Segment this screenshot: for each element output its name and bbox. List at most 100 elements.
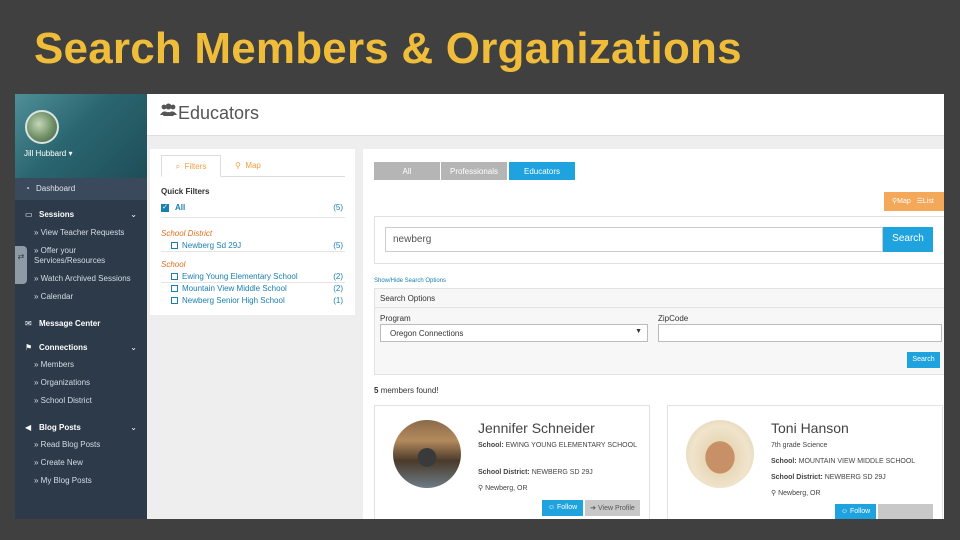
search-icon: ⌕ bbox=[175, 162, 181, 171]
sidebar-item-school-district[interactable]: » School District bbox=[15, 396, 147, 406]
sidebar-item-label: Offer your Services/Resources bbox=[34, 246, 106, 265]
filter-label: Newberg Sd 29J bbox=[182, 241, 242, 250]
program-select[interactable]: Oregon Connections ▼ bbox=[380, 324, 648, 342]
results-count: 5 members found! bbox=[374, 386, 439, 395]
checkbox[interactable] bbox=[171, 285, 178, 292]
sidebar-item-my-blog-posts[interactable]: » My Blog Posts bbox=[15, 476, 147, 486]
sidebar-item-create-new[interactable]: » Create New bbox=[15, 458, 147, 468]
filter-label: Newberg Senior High School bbox=[182, 296, 285, 305]
user-name: Jill Hubbard bbox=[24, 149, 67, 158]
results-panel: All Professionals Educators ⚲Map ☰List S… bbox=[363, 149, 944, 519]
laptop-icon: ▭ bbox=[25, 210, 33, 219]
chevron-down-icon: ⌄ bbox=[130, 210, 137, 219]
member-school: School: MOUNTAIN VIEW MIDDLE SCHOOL bbox=[771, 456, 941, 467]
checkbox-checked-icon[interactable]: ✓ bbox=[161, 204, 169, 212]
sidebar-item-offer-services[interactable]: » Offer your Services/Resources bbox=[15, 246, 125, 266]
slide-title: Search Members & Organizations bbox=[34, 24, 742, 73]
checkbox[interactable] bbox=[171, 242, 178, 249]
sidebar-section-connections[interactable]: ⚑ Connections ⌄ bbox=[15, 343, 147, 352]
options-search-button[interactable]: Search bbox=[907, 352, 940, 368]
search-options-title: Search Options bbox=[375, 289, 944, 308]
checkbox[interactable] bbox=[171, 297, 178, 304]
sidebar-item-label: Organizations bbox=[40, 378, 91, 387]
user-menu[interactable]: Jill Hubbard ▾ bbox=[24, 149, 73, 158]
sidebar-item-label: Calendar bbox=[40, 292, 74, 301]
field-value: EWING YOUNG ELEMENTARY SCHOOL bbox=[505, 442, 637, 449]
member-photo[interactable] bbox=[393, 420, 461, 488]
user-plus-icon: ☺ bbox=[547, 504, 555, 511]
sidebar-item-calendar[interactable]: » Calendar bbox=[15, 292, 147, 302]
checkbox[interactable] bbox=[171, 273, 178, 280]
member-card: Toni Hanson 7th grade Science School: MO… bbox=[667, 405, 943, 519]
location-text: Newberg, OR bbox=[485, 485, 528, 492]
sidebar-item-view-teacher-requests[interactable]: » View Teacher Requests bbox=[15, 228, 147, 238]
search-button[interactable]: Search bbox=[883, 227, 933, 252]
zipcode-label: ZipCode bbox=[658, 314, 689, 323]
sidebar-item-members[interactable]: » Members bbox=[15, 360, 147, 370]
filter-label: All bbox=[175, 203, 186, 212]
filter-row[interactable]: Mountain View Middle School (2) bbox=[161, 283, 345, 295]
member-location: ⚲ Newberg, OR bbox=[771, 489, 821, 497]
field-label: School District: bbox=[771, 474, 823, 481]
users-icon bbox=[160, 102, 177, 122]
sidebar-section-blog-posts[interactable]: ◀ Blog Posts ⌄ bbox=[15, 423, 147, 432]
view-profile-button[interactable]: ➔ View Profile bbox=[585, 500, 640, 516]
tab-map[interactable]: ⚲ Map bbox=[235, 155, 261, 177]
map-view-button[interactable]: Map bbox=[897, 198, 911, 205]
filter-label: Ewing Young Elementary School bbox=[182, 272, 298, 281]
member-district: School District: NEWBERG SD 29J bbox=[478, 467, 648, 478]
sidebar-item-watch-archived[interactable]: » Watch Archived Sessions bbox=[15, 274, 147, 284]
app-window: Jill Hubbard ▾ ◔ Dashboard ▭ Sessions ⌄ … bbox=[15, 94, 944, 519]
member-photo[interactable] bbox=[686, 420, 754, 488]
sidebar-section-sessions[interactable]: ▭ Sessions ⌄ bbox=[15, 210, 147, 219]
filter-row[interactable]: Newberg Senior High School (1) bbox=[161, 295, 345, 307]
sidebar-toggle-handle[interactable]: ⇄ bbox=[15, 246, 27, 284]
search-options: Search Options Program ZipCode Oregon Co… bbox=[374, 288, 944, 375]
filter-count: (2) bbox=[333, 272, 343, 281]
filter-row[interactable]: Newberg Sd 29J (5) bbox=[161, 240, 345, 252]
section-label: Sessions bbox=[39, 210, 75, 219]
sidebar-item-label: School District bbox=[40, 396, 92, 405]
filter-count: (5) bbox=[333, 203, 343, 212]
found-number: 5 bbox=[374, 386, 379, 395]
flag-icon: ⚑ bbox=[25, 343, 33, 352]
filter-group-school-district: School District bbox=[161, 229, 213, 238]
list-view-button[interactable]: List bbox=[923, 198, 934, 205]
tab-educators[interactable]: Educators bbox=[509, 162, 575, 180]
map-marker-icon: ⚲ bbox=[478, 485, 484, 492]
map-marker-icon: ⚲ bbox=[235, 161, 241, 170]
filter-count: (5) bbox=[333, 241, 343, 250]
arrow-right-icon: ➔ bbox=[590, 505, 597, 512]
filter-count: (2) bbox=[333, 284, 343, 293]
member-location: ⚲ Newberg, OR bbox=[478, 484, 528, 492]
tab-filters[interactable]: ⌕ Filters bbox=[161, 155, 221, 177]
filter-all[interactable]: ✓ All (5) bbox=[161, 202, 345, 218]
sidebar-section-message-center[interactable]: ✉ Message Center bbox=[15, 319, 147, 328]
member-name[interactable]: Toni Hanson bbox=[771, 420, 849, 436]
location-text: Newberg, OR bbox=[778, 490, 821, 497]
filter-count: (1) bbox=[333, 296, 343, 305]
member-name[interactable]: Jennifer Schneider bbox=[478, 420, 595, 436]
avatar[interactable] bbox=[25, 110, 59, 144]
sidebar-item-read-blog-posts[interactable]: » Read Blog Posts bbox=[15, 440, 147, 450]
follow-button[interactable]: ☺ Follow bbox=[835, 504, 876, 519]
filter-group-school: School bbox=[161, 260, 186, 269]
follow-button[interactable]: ☺ Follow bbox=[542, 500, 583, 516]
program-label: Program bbox=[380, 314, 411, 323]
view-profile-button[interactable] bbox=[878, 504, 933, 519]
sidebar-item-label: View Teacher Requests bbox=[40, 228, 125, 237]
profile-header: Jill Hubbard ▾ bbox=[15, 94, 147, 178]
search-input[interactable] bbox=[385, 227, 883, 252]
tab-professionals[interactable]: Professionals bbox=[441, 162, 507, 180]
show-hide-options-link[interactable]: Show/Hide Search Options bbox=[374, 278, 446, 284]
tab-label: Map bbox=[245, 161, 261, 170]
map-list-toggle[interactable]: ⚲Map ☰List bbox=[884, 192, 944, 211]
filter-row[interactable]: Ewing Young Elementary School (2) bbox=[161, 271, 345, 283]
search-box: Search bbox=[374, 216, 944, 264]
tab-all[interactable]: All bbox=[374, 162, 440, 180]
member-card: Jennifer Schneider School: EWING YOUNG E… bbox=[374, 405, 650, 519]
sidebar-item-dashboard[interactable]: ◔ Dashboard bbox=[15, 178, 147, 200]
page-header: Educators bbox=[147, 94, 944, 136]
sidebar-item-organizations[interactable]: » Organizations bbox=[15, 378, 147, 388]
zipcode-input[interactable] bbox=[658, 324, 942, 342]
